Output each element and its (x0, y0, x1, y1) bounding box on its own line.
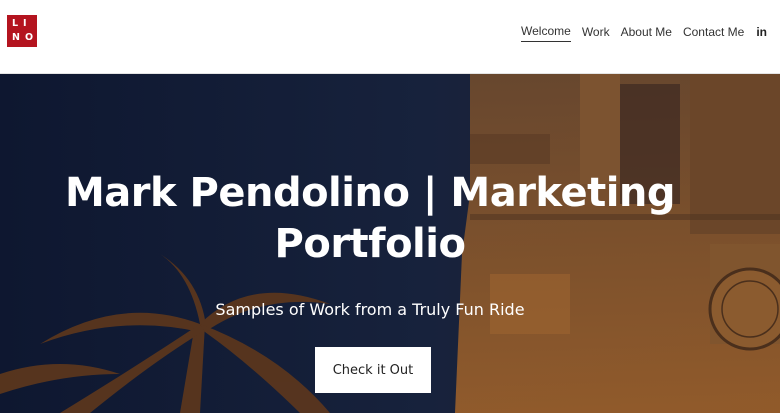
hero-title-line-1: Mark Pendolino | Marketing (64, 170, 676, 216)
hero-banner: Mark Pendolino | Marketing Portfolio Sam… (0, 74, 780, 413)
linkedin-icon[interactable]: in (756, 24, 767, 40)
logo-line-1: LI (12, 18, 32, 29)
nav-link-about[interactable]: About Me (621, 24, 672, 40)
site-header: LI NO Welcome Work About Me Contact Me i… (0, 0, 780, 74)
hero-subtitle: Samples of Work from a Truly Fun Ride (215, 300, 525, 319)
nav-link-contact[interactable]: Contact Me (683, 24, 744, 40)
nav-link-welcome[interactable]: Welcome (521, 23, 571, 42)
brand-logo[interactable]: LI NO (7, 15, 37, 47)
hero-title-line-2: Portfolio (274, 221, 466, 267)
logo-line-2: NO (12, 32, 39, 43)
check-it-out-button[interactable]: Check it Out (315, 347, 431, 393)
hero-title: Mark Pendolino | Marketing Portfolio (50, 168, 690, 270)
nav-link-work[interactable]: Work (582, 24, 610, 40)
main-nav: Welcome Work About Me Contact Me in (510, 22, 767, 42)
